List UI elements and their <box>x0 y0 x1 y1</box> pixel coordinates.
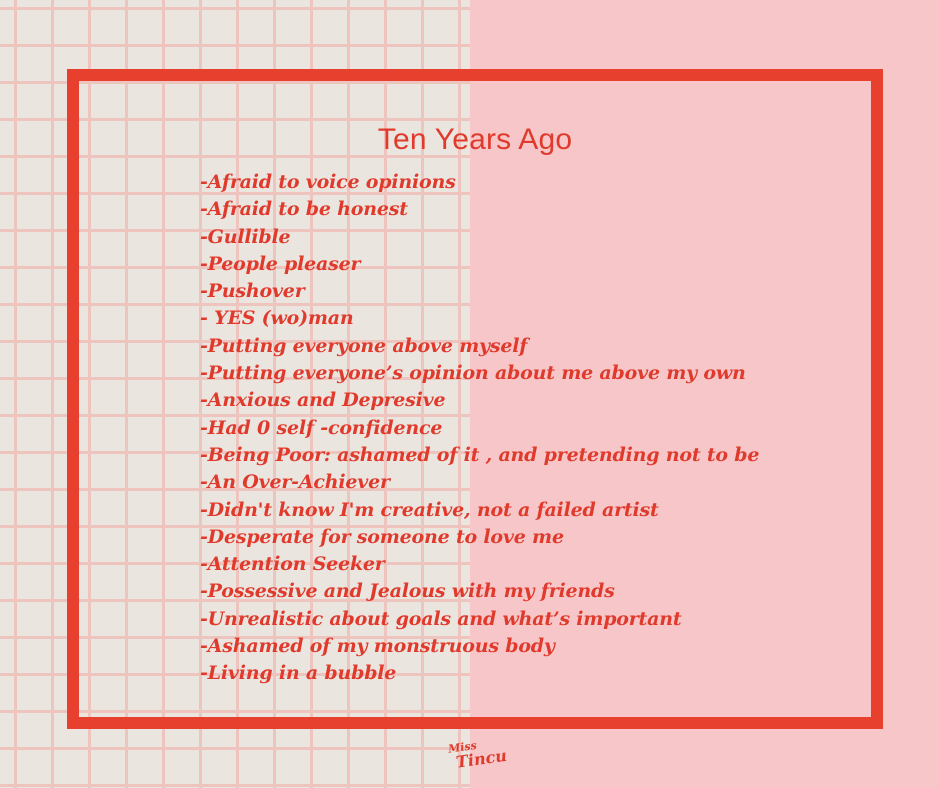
list-item: -Being Poor: ashamed of it , and pretend… <box>200 443 760 466</box>
list-item: -Putting everyone above myself <box>200 334 528 357</box>
page-title: Ten Years Ago <box>377 123 573 156</box>
list-item: -An Over-Achiever <box>200 471 390 494</box>
list-item: -Afraid to voice opinions <box>200 171 456 193</box>
list-item: -Anxious and Depresive <box>200 389 446 412</box>
list-item: -Didn't know I'm creative, not a failed … <box>200 498 659 521</box>
list-item: -Putting everyone’s opinion about me abo… <box>200 362 746 385</box>
list-item: -Gullible <box>200 225 291 248</box>
list-item: -Living in a bubble <box>200 662 397 685</box>
list-item: -Pushover <box>200 280 305 303</box>
red-frame: Ten Years Ago -Afraid to voice opinions … <box>67 69 883 729</box>
list-item: -Desperate for someone to love me <box>200 525 564 548</box>
signature-line-2: Tincu <box>454 745 508 772</box>
list-item: -Attention Seeker <box>200 553 385 576</box>
list-item: -Possessive and Jealous with my friends <box>200 580 615 603</box>
list-item: -People pleaser <box>200 252 361 275</box>
list-item: -Unrealistic about goals and what’s impo… <box>200 607 682 630</box>
list-item: -Ashamed of my monstruous body <box>200 635 555 658</box>
list-item: - YES (wo)man <box>200 307 354 330</box>
signature-logo: Miss Tincu <box>444 736 509 784</box>
list-item: -Afraid to be honest <box>200 198 408 221</box>
items-list: -Afraid to voice opinions -Afraid to be … <box>200 169 759 688</box>
list-item: -Had 0 self -confidence <box>200 416 443 439</box>
